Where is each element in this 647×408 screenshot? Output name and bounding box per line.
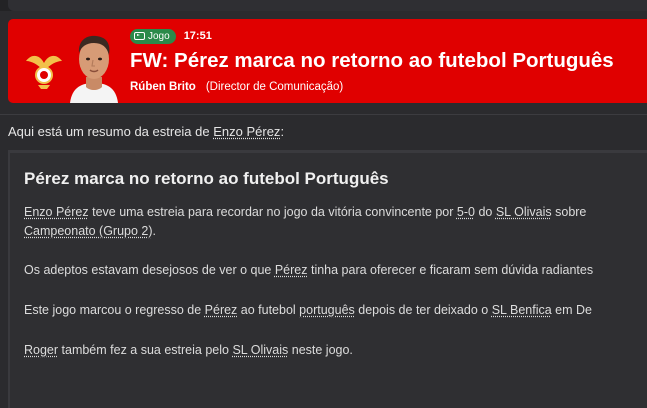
match-badge[interactable]: Jogo <box>130 29 176 44</box>
intro-suffix: : <box>280 124 284 139</box>
section-divider <box>0 114 647 115</box>
top-strip <box>0 0 647 11</box>
club-link[interactable]: SL Olivais <box>496 205 552 219</box>
paragraph-text: teve uma estreia para recordar no jogo d… <box>89 205 457 219</box>
match-ticket-icon <box>134 32 145 40</box>
author-name[interactable]: Rúben Brito <box>130 81 196 93</box>
player-link[interactable]: Pérez <box>275 263 308 277</box>
paragraph-text: em De <box>552 303 592 317</box>
paragraph-text: neste jogo. <box>288 343 353 357</box>
club-link[interactable]: SL Benfica <box>492 303 552 317</box>
player-link[interactable]: Roger <box>24 343 58 357</box>
intro-prefix: Aqui está um resumo da estreia de <box>8 124 213 139</box>
paragraph-text: sobre <box>552 205 587 219</box>
club-link[interactable]: SL Olivais <box>232 343 288 357</box>
paragraph-text: . <box>153 224 156 238</box>
player-link[interactable]: Enzo Pérez <box>24 205 89 219</box>
article-paragraph-2: Os adeptos estavam desejosos de ver o qu… <box>24 261 647 280</box>
paragraph-text: tinha para oferecer e ficaram sem dúvida… <box>308 263 594 277</box>
intro-text: Aqui está um resumo da estreia de Enzo P… <box>8 124 284 139</box>
nationality-link[interactable]: português <box>299 303 355 317</box>
author-avatar <box>66 27 122 103</box>
player-link[interactable]: Pérez <box>205 303 238 317</box>
article-title: Pérez marca no retorno ao futebol Portug… <box>24 169 389 189</box>
top-strip-tab <box>8 0 647 11</box>
author-role: (Director de Comunicação) <box>206 81 343 93</box>
competition-link[interactable]: Campeonato (Grupo 2) <box>24 224 153 238</box>
paragraph-text: depois de ter deixado o <box>355 303 492 317</box>
article-paragraph-1: Enzo Pérez teve uma estreia para recorda… <box>24 203 647 241</box>
message-meta: Jogo 17:51 <box>130 27 212 45</box>
paragraph-text: Este jogo marcou o regresso de <box>24 303 205 317</box>
match-score-link[interactable]: 5-0 <box>457 205 475 219</box>
paragraph-text: Os adeptos estavam desejosos de ver o qu… <box>24 263 275 277</box>
article-paragraph-3: Este jogo marcou o regresso de Pérez ao … <box>24 301 647 320</box>
article-paragraph-4: Roger também fez a sua estreia pelo SL O… <box>24 341 647 360</box>
match-badge-label: Jogo <box>148 31 170 42</box>
news-header: Jogo 17:51 FW: Pérez marca no retorno ao… <box>8 19 647 103</box>
club-crest-icon <box>22 47 66 91</box>
paragraph-text: do <box>475 205 496 219</box>
paragraph-text: ao futebol <box>237 303 299 317</box>
player-link[interactable]: Enzo Pérez <box>213 124 280 139</box>
article-card: Pérez marca no retorno ao futebol Portug… <box>8 150 647 408</box>
author-row: Rúben Brito (Director de Comunicação) <box>130 81 343 93</box>
message-title: FW: Pérez marca no retorno ao futebol Po… <box>130 49 614 73</box>
paragraph-text: também fez a sua estreia pelo <box>58 343 232 357</box>
message-time: 17:51 <box>184 30 212 42</box>
